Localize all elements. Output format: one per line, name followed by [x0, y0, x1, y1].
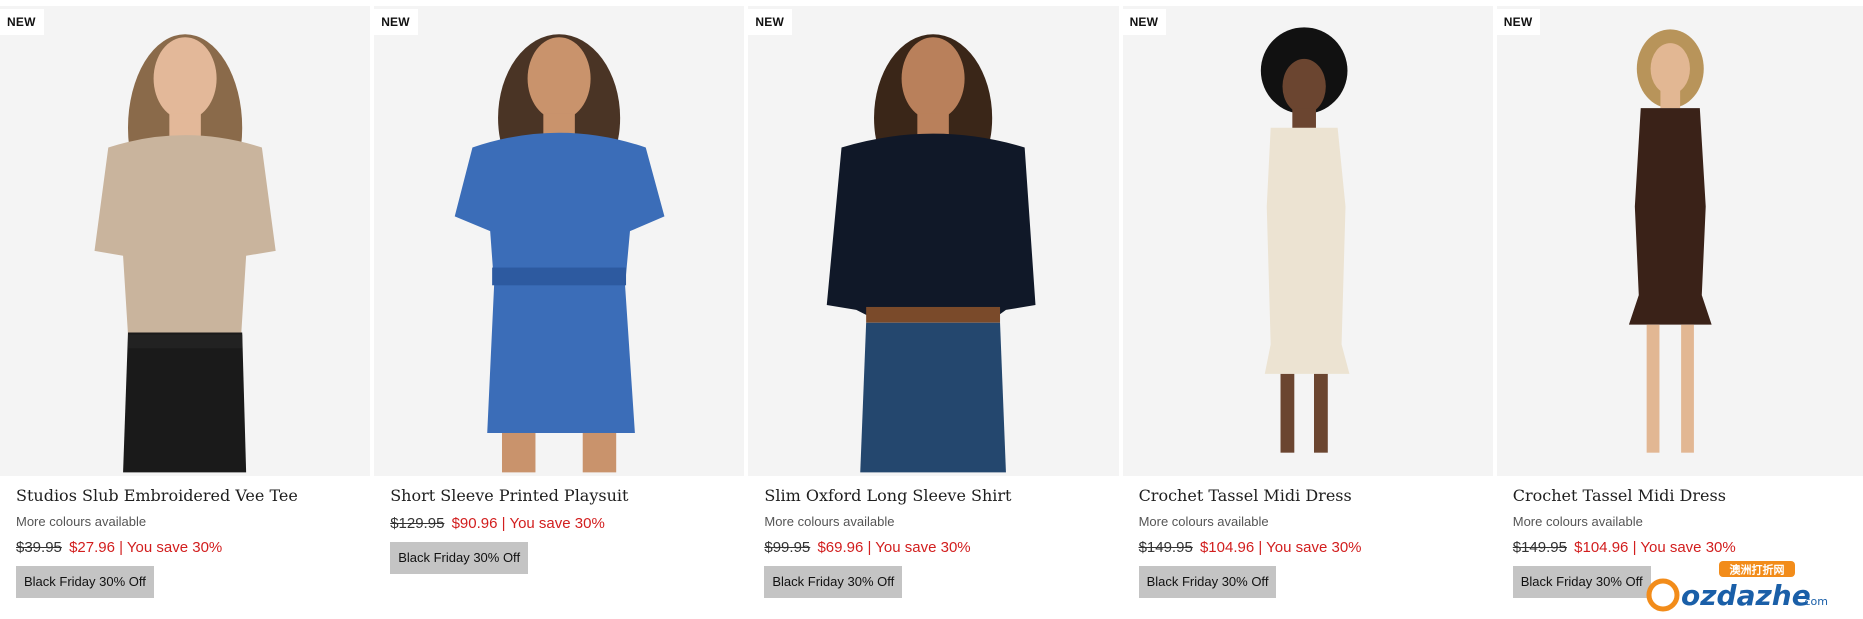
more-colours-text: More colours available — [1512, 514, 1643, 529]
price-line: $149.95 $104.96 | You save 30% — [1139, 538, 1477, 558]
belt — [866, 306, 1001, 323]
model-photo — [454, 34, 665, 473]
logo-o-mark — [1646, 578, 1680, 612]
more-colours-text: More colours available — [16, 514, 147, 529]
model-photo — [94, 34, 276, 473]
product-card[interactable]: NEW Crochet Tassel Midi Dress More colou… — [1122, 6, 1493, 598]
jeans — [860, 322, 1007, 473]
savings-text: | You save 30% — [1258, 539, 1362, 556]
new-badge: NEW — [1122, 9, 1167, 35]
savings-text: | You save 30% — [1632, 539, 1736, 556]
product-title[interactable]: Studios Slub Embroidered Vee Tee — [16, 486, 354, 506]
product-image[interactable]: NEW — [374, 6, 745, 476]
price-line: $149.95 $104.96 | You save 30% — [1513, 538, 1847, 558]
waistband — [492, 267, 627, 286]
belt — [127, 334, 243, 349]
trousers — [123, 332, 247, 473]
new-badge: NEW — [0, 9, 44, 35]
garment — [94, 135, 276, 335]
sale-price: $104.96 — [1574, 539, 1629, 556]
product-image[interactable]: NEW — [1496, 6, 1863, 476]
product-image[interactable]: NEW — [0, 6, 371, 476]
model-photo — [1628, 29, 1712, 453]
model-photo — [827, 34, 1036, 473]
garment — [1264, 127, 1350, 374]
product-title[interactable]: Short Sleeve Printed Playsuit — [390, 486, 728, 506]
garment — [827, 133, 1036, 315]
promo-badge[interactable]: Black Friday 30% Off — [1138, 566, 1277, 598]
face — [527, 37, 591, 120]
original-price: $129.95 — [390, 515, 445, 532]
ozdazhe-watermark-logo: 澳洲打折网 ozdazhe .com — [1646, 561, 1828, 612]
product-card[interactable]: NEW Short Sleeve Printed Playsuit $129.9… — [374, 6, 745, 598]
leg — [1313, 373, 1328, 453]
face — [1282, 58, 1326, 114]
price-line: $99.95 $69.96 | You save 30% — [764, 538, 1102, 558]
promo-badge[interactable]: Black Friday 30% Off — [390, 542, 529, 574]
neck — [1660, 90, 1680, 109]
sale-price: $104.96 — [1199, 539, 1255, 556]
brand-suffix: .com — [1801, 595, 1828, 608]
leg — [1280, 373, 1294, 453]
product-grid: NEW Studios Slub Embroidered Vee Tee Mor… — [0, 0, 1863, 598]
neck — [1291, 108, 1316, 130]
product-title[interactable]: Slim Oxford Long Sleeve Shirt — [764, 486, 1102, 506]
face — [1650, 43, 1690, 95]
face — [901, 37, 965, 120]
model-photo — [1260, 27, 1350, 453]
sale-price: $90.96 — [451, 515, 498, 532]
price-line: $39.95 $27.96 | You save 30% — [16, 538, 354, 558]
new-badge: NEW — [374, 9, 418, 35]
original-price: $149.95 — [1138, 539, 1193, 556]
brand-text: ozdazhe — [1681, 579, 1811, 612]
leg — [1646, 324, 1660, 453]
price-line: $129.95 $90.96 | You save 30% — [390, 514, 728, 534]
more-colours-text: More colours available — [1138, 514, 1269, 529]
savings-text: | You save 30% — [867, 539, 971, 556]
product-image[interactable]: NEW — [1122, 6, 1493, 476]
product-title[interactable]: Crochet Tassel Midi Dress — [1513, 486, 1847, 506]
leg — [502, 432, 536, 473]
savings-text: | You save 30% — [119, 539, 223, 556]
savings-text: | You save 30% — [501, 515, 605, 532]
chinese-label: 澳洲打折网 — [1730, 563, 1785, 577]
sale-price: $69.96 — [817, 539, 864, 556]
leg — [1680, 324, 1694, 453]
product-card[interactable]: NEW Crochet Tassel Midi Dress More colou… — [1496, 6, 1863, 598]
original-price: $99.95 — [764, 539, 811, 556]
garment — [1628, 108, 1712, 325]
original-price: $149.95 — [1512, 539, 1567, 556]
promo-badge[interactable]: Black Friday 30% Off — [764, 566, 903, 598]
leg — [582, 432, 617, 473]
face — [153, 37, 217, 120]
new-badge: NEW — [1496, 9, 1541, 35]
more-colours-text: More colours available — [764, 514, 895, 529]
product-image[interactable]: NEW — [748, 6, 1119, 476]
promo-badge[interactable]: Black Friday 30% Off — [1512, 566, 1651, 598]
promo-badge[interactable]: Black Friday 30% Off — [16, 566, 154, 598]
product-card[interactable]: NEW Studios Slub Embroidered Vee Tee Mor… — [0, 6, 371, 598]
sale-price: $27.96 — [69, 539, 115, 556]
product-card[interactable]: NEW Slim Oxford Long Sleeve Shirt More c… — [748, 6, 1119, 598]
product-title[interactable]: Crochet Tassel Midi Dress — [1139, 486, 1477, 506]
new-badge: NEW — [748, 9, 792, 35]
original-price: $39.95 — [16, 539, 62, 556]
